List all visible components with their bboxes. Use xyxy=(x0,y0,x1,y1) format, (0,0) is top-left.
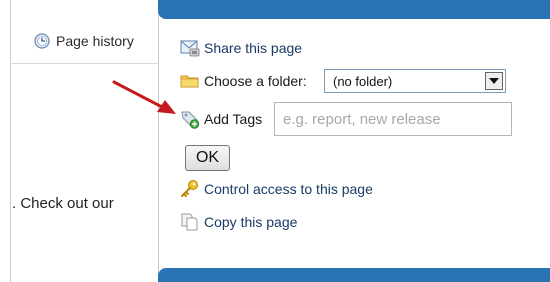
control-access-label: Control access to this page xyxy=(204,181,373,197)
control-access-item[interactable]: Control access to this page xyxy=(180,179,373,199)
background-page-border xyxy=(10,0,11,282)
tags-input[interactable] xyxy=(274,102,512,136)
folder-icon xyxy=(180,71,200,91)
add-tags-row: Add Tags xyxy=(180,109,262,129)
chevron-down-icon[interactable] xyxy=(485,72,503,90)
clock-icon xyxy=(34,33,50,49)
choose-folder-label: Choose a folder: xyxy=(204,73,307,89)
envelope-icon xyxy=(180,38,200,58)
page-history-label: Page history xyxy=(56,33,134,49)
share-page-label: Share this page xyxy=(204,40,303,56)
key-icon xyxy=(180,179,200,199)
copy-page-label: Copy this page xyxy=(204,214,298,230)
background-divider xyxy=(10,63,158,64)
share-page-item[interactable]: Share this page xyxy=(180,38,302,58)
copy-page-item[interactable]: Copy this page xyxy=(180,212,297,232)
folder-select[interactable]: (no folder) xyxy=(324,69,506,93)
page-history-link[interactable]: Page history xyxy=(34,33,134,49)
tag-add-icon xyxy=(180,109,200,129)
add-tags-label: Add Tags xyxy=(204,111,263,127)
background-body-text: . Check out our xyxy=(12,195,114,212)
copy-icon xyxy=(180,212,200,232)
folder-select-value: (no folder) xyxy=(333,73,393,89)
ok-button[interactable]: OK xyxy=(185,145,230,171)
panel-top-bar xyxy=(158,0,550,19)
annotation-arrow xyxy=(110,78,180,123)
panel-bottom-bar xyxy=(158,268,550,282)
choose-folder-row: Choose a folder: xyxy=(180,71,307,91)
